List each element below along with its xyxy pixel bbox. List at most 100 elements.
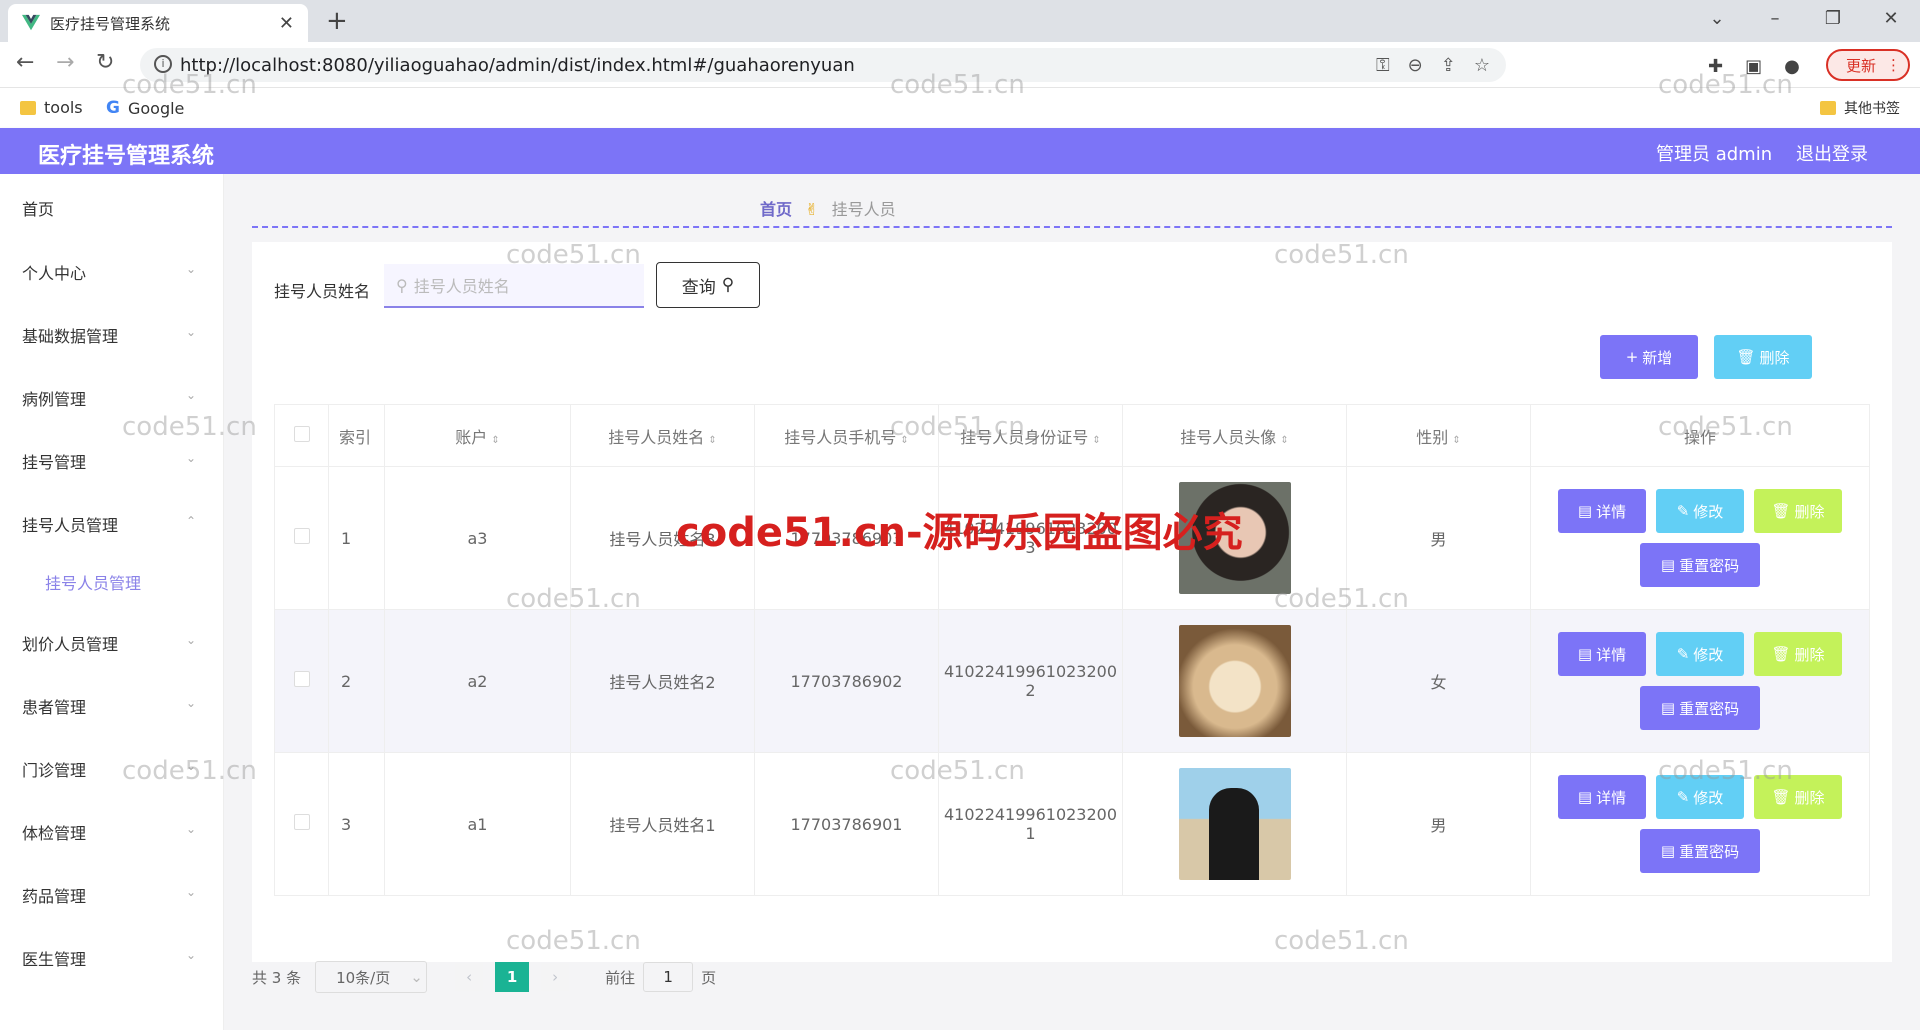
search-input[interactable]: ⚲ 挂号人员姓名 [384, 264, 644, 308]
goto-label: 前往 [605, 968, 636, 987]
trash-icon: 🗑 [1771, 788, 1791, 806]
search-button[interactable]: 查询 ⚲ [656, 262, 760, 308]
sidebar-item-personal-center[interactable]: 个人中心 [22, 260, 86, 284]
sort-icon[interactable]: ⇕ [491, 435, 499, 446]
detail-button[interactable]: ▤ 详情 [1558, 775, 1646, 819]
share-icon[interactable]: ⇪ [1441, 55, 1456, 76]
cell-phone: 17703786901 [754, 752, 939, 896]
add-label: 新增 [1642, 348, 1673, 367]
page-number[interactable]: 1 [495, 962, 530, 992]
new-tab-icon[interactable]: + [326, 6, 348, 36]
key-icon[interactable]: ⚿ [1376, 55, 1390, 76]
edit-button[interactable]: ✎ 修改 [1656, 775, 1744, 819]
tab-search-icon[interactable]: ⌄ [1688, 0, 1746, 38]
search-placeholder: 挂号人员姓名 [413, 277, 510, 296]
sidebar-item-cases[interactable]: 病例管理 [22, 386, 86, 410]
profile-icon[interactable]: ● [1784, 56, 1800, 77]
edit-button[interactable]: ✎ 修改 [1656, 489, 1744, 533]
other-bookmarks[interactable]: 其他书签 [1820, 98, 1900, 118]
reset-label: 重置密码 [1679, 699, 1740, 718]
sidebar-item-outpatient[interactable]: 门诊管理 [22, 757, 86, 781]
bookmark-tools[interactable]: tools [20, 98, 83, 117]
sidebar-item-basic-data[interactable]: 基础数据管理 [22, 323, 118, 347]
col-avatar-label: 挂号人员头像 [1180, 427, 1277, 447]
tab-title: 医疗挂号管理系统 [50, 14, 171, 33]
sidebar-item-registrar-mgmt[interactable]: 挂号人员管理 [22, 512, 118, 536]
close-window-icon[interactable]: ✕ [1862, 0, 1920, 38]
page-size-select[interactable]: 10条/页 ⌄ [315, 961, 428, 993]
update-button[interactable]: 更新 ⋮ [1826, 49, 1910, 81]
sort-icon[interactable]: ⇕ [708, 435, 716, 446]
sort-icon[interactable]: ⇕ [900, 435, 908, 446]
reset-password-button[interactable]: ▤ 重置密码 [1640, 686, 1760, 730]
chevron-down-icon: ⌄ [410, 968, 423, 986]
extensions-icon[interactable]: ✚ [1708, 56, 1723, 77]
detail-button[interactable]: ▤ 详情 [1558, 632, 1646, 676]
breadcrumb-home[interactable]: 首页 [760, 200, 792, 219]
url-input[interactable]: i http://localhost:8080/yiliaoguahao/adm… [140, 48, 1506, 82]
table-row: 3 a1 挂号人员姓名1 17703786901 410224199610232… [274, 752, 1870, 896]
sidebar-item-patients[interactable]: 患者管理 [22, 694, 86, 718]
side-panel-icon[interactable]: ▣ [1745, 56, 1762, 77]
update-label: 更新 [1846, 56, 1877, 75]
reset-password-button[interactable]: ▤ 重置密码 [1640, 829, 1760, 873]
row-checkbox[interactable] [293, 528, 310, 544]
reset-password-button[interactable]: ▤ 重置密码 [1640, 543, 1760, 587]
sidebar-subitem-registrar-mgmt[interactable]: 挂号人员管理 [45, 570, 141, 594]
row-checkbox[interactable] [293, 671, 310, 687]
delete-button[interactable]: 🗑 删除 [1754, 632, 1842, 676]
sidebar-item-registration[interactable]: 挂号管理 [22, 449, 86, 473]
batch-delete-button[interactable]: 🗑 删除 [1714, 335, 1812, 379]
data-table: 索引 账户 ⇕ 挂号人员姓名 ⇕ 挂号人员手机号 ⇕ 挂号人员身份证号 ⇕ 挂号人员头像… [274, 404, 1870, 896]
col-avatar[interactable]: 挂号人员头像 ⇕ [1122, 404, 1347, 467]
next-page-icon[interactable]: › [541, 963, 570, 991]
edit-button[interactable]: ✎ 修改 [1656, 632, 1744, 676]
sidebar-item-pricing-staff[interactable]: 划价人员管理 [22, 631, 118, 655]
col-phone[interactable]: 挂号人员手机号 ⇕ [754, 404, 939, 467]
search-icon: ⚲ [396, 275, 408, 295]
col-name[interactable]: 挂号人员姓名 ⇕ [570, 404, 755, 467]
reload-icon[interactable]: ↻ [96, 50, 114, 75]
delete-button[interactable]: 🗑 删除 [1754, 775, 1842, 819]
sort-icon[interactable]: ⇕ [1452, 435, 1460, 446]
bookmark-google[interactable]: G Google [106, 98, 184, 118]
add-button[interactable]: + 新增 [1600, 335, 1698, 379]
close-tab-icon[interactable]: ✕ [279, 13, 294, 34]
select-all-checkbox[interactable] [293, 425, 310, 442]
search-label: 挂号人员姓名 [274, 282, 371, 301]
restore-icon[interactable]: ❐ [1804, 0, 1862, 38]
col-account[interactable]: 账户 ⇕ [384, 404, 571, 467]
sidebar-item-medicine[interactable]: 药品管理 [22, 883, 86, 907]
site-info-icon[interactable]: i [154, 55, 172, 73]
bookmark-star-icon[interactable]: ☆ [1474, 55, 1490, 76]
zoom-icon[interactable]: ⊖ [1408, 55, 1423, 76]
prev-page-icon[interactable]: ‹ [455, 963, 484, 991]
avatar-image[interactable] [1178, 625, 1291, 737]
goto-input[interactable]: 1 [643, 962, 694, 992]
breadcrumb-current: 挂号人员 [831, 200, 896, 219]
sidebar-item-home[interactable]: 首页 [22, 196, 54, 220]
col-idcard[interactable]: 挂号人员身份证号 ⇕ [938, 404, 1123, 467]
cell-phone: 17703786902 [754, 609, 939, 753]
forward-icon[interactable]: → [56, 50, 74, 75]
col-gender[interactable]: 性别 ⇕ [1346, 404, 1531, 467]
avatar-image[interactable] [1178, 482, 1291, 594]
row-checkbox[interactable] [293, 814, 310, 830]
content-panel: 挂号人员姓名 ⚲ 挂号人员姓名 查询 ⚲ + 新增 🗑 删除 索引 账户 ⇕ 挂号… [252, 242, 1892, 962]
table-row: 2 a2 挂号人员姓名2 17703786902 410224199610232… [274, 609, 1870, 753]
chevron-down-icon: ⌄ [186, 388, 197, 402]
minimize-icon[interactable]: – [1746, 0, 1804, 38]
avatar-image[interactable] [1178, 768, 1291, 880]
row-select-cell [274, 752, 329, 896]
back-icon[interactable]: ← [16, 50, 34, 75]
detail-button[interactable]: ▤ 详情 [1558, 489, 1646, 533]
sidebar-item-doctors[interactable]: 医生管理 [22, 946, 86, 970]
sort-icon[interactable]: ⇕ [1280, 435, 1288, 446]
delete-button[interactable]: 🗑 删除 [1754, 489, 1842, 533]
other-bookmarks-label: 其他书签 [1844, 101, 1900, 117]
sidebar-item-checkup[interactable]: 体检管理 [22, 820, 86, 844]
browser-tab[interactable]: 医疗挂号管理系统 ✕ [8, 4, 308, 42]
logout-link[interactable]: 退出登录 [1796, 140, 1868, 166]
idcard-line: 2 [1025, 681, 1036, 700]
sort-icon[interactable]: ⇕ [1092, 435, 1100, 446]
